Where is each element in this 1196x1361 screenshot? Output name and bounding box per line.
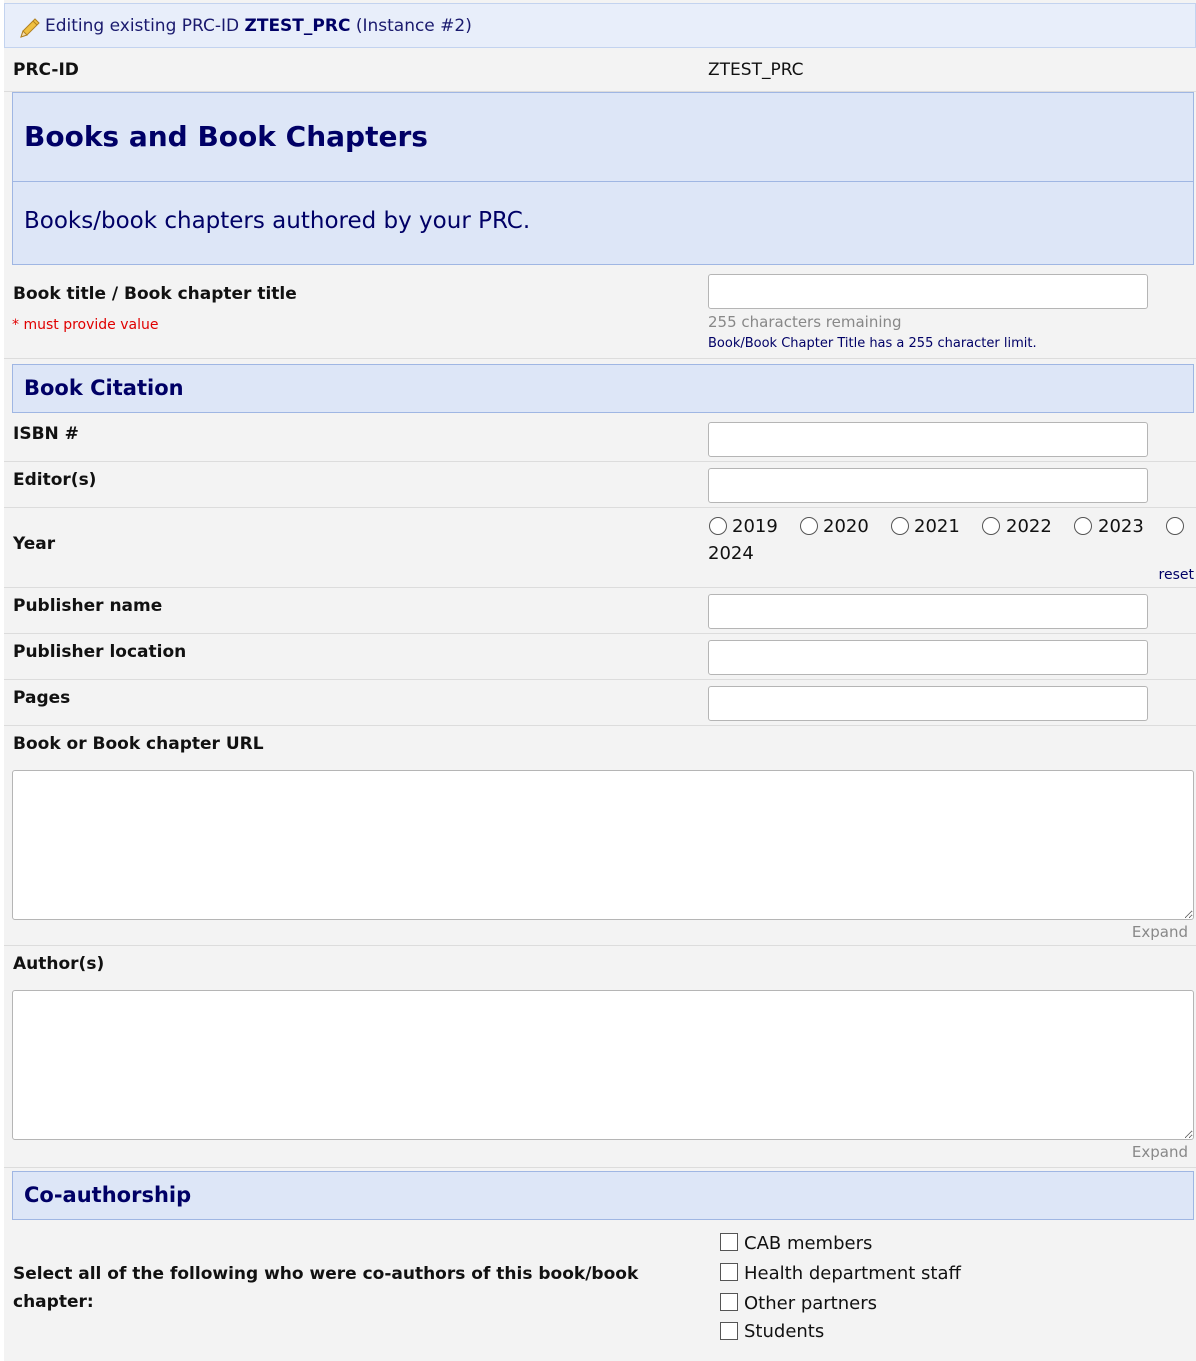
editors-label: Editor(s) xyxy=(13,470,97,490)
url-expand-link[interactable]: Expand xyxy=(1132,923,1188,941)
section-description: Books/book chapters authored by your PRC… xyxy=(12,181,1194,265)
cab-members-checkbox[interactable] xyxy=(720,1233,738,1251)
section-header-coauthorship: Co-authorship xyxy=(12,1171,1194,1220)
year-2024-label: 2024 xyxy=(708,543,754,564)
coauthors-label-line2: chapter: xyxy=(13,1292,94,1312)
year-2019-label: 2019 xyxy=(732,516,778,537)
health-department-staff-checkbox[interactable] xyxy=(720,1263,738,1281)
year-2022-radio[interactable] xyxy=(982,517,1000,535)
publisher-location-input[interactable] xyxy=(708,640,1148,675)
year-label: Year xyxy=(13,534,56,554)
other-partners-checkbox[interactable] xyxy=(720,1293,738,1311)
character-limit-note: Book/Book Chapter Title has a 255 charac… xyxy=(708,336,1037,351)
book-title-input[interactable] xyxy=(708,274,1148,309)
url-label: Book or Book chapter URL xyxy=(13,734,264,754)
year-2022-label: 2022 xyxy=(1006,516,1052,537)
publisher-location-label: Publisher location xyxy=(13,642,187,662)
year-2021-label: 2021 xyxy=(914,516,960,537)
other-partners-label: Other partners xyxy=(744,1293,878,1314)
pages-label: Pages xyxy=(13,688,71,708)
book-title-label: Book title / Book chapter title xyxy=(13,284,297,304)
editors-input[interactable] xyxy=(708,468,1148,503)
students-label: Students xyxy=(744,1321,825,1342)
year-2023-label: 2023 xyxy=(1098,516,1144,537)
health-department-staff-label: Health department staff xyxy=(744,1263,961,1284)
prc-id-label: PRC-ID xyxy=(13,60,79,80)
editing-banner: Editing existing PRC-ID ZTEST_PRC (Insta… xyxy=(4,3,1196,48)
isbn-input[interactable] xyxy=(708,422,1148,457)
authors-label: Author(s) xyxy=(13,954,105,974)
isbn-label: ISBN # xyxy=(13,424,79,444)
instance-label: (Instance #2) xyxy=(355,16,472,36)
url-textarea[interactable] xyxy=(12,770,1194,920)
record-id: ZTEST_PRC xyxy=(244,16,351,36)
year-2024-radio[interactable] xyxy=(1166,517,1184,535)
cab-members-label: CAB members xyxy=(744,1233,873,1254)
year-2020-label: 2020 xyxy=(823,516,869,537)
section-description-text: Books/book chapters authored by your PRC… xyxy=(24,208,531,234)
section-title-books: Books and Book Chapters xyxy=(24,120,428,153)
year-2020-radio[interactable] xyxy=(800,517,818,535)
section-header-books: Books and Book Chapters xyxy=(12,92,1194,182)
required-note: * must provide value xyxy=(12,317,159,333)
section-header-citation: Book Citation xyxy=(12,364,1194,413)
publisher-name-label: Publisher name xyxy=(13,596,163,616)
editing-text: Editing existing PRC-ID ZTEST_PRC (Insta… xyxy=(45,16,472,36)
coauthors-row xyxy=(4,1224,1196,1361)
year-2019-radio[interactable] xyxy=(709,517,727,535)
pencil-icon xyxy=(20,18,40,38)
year-2021-radio[interactable] xyxy=(891,517,909,535)
publisher-name-input[interactable] xyxy=(708,594,1148,629)
year-2023-radio[interactable] xyxy=(1074,517,1092,535)
authors-expand-link[interactable]: Expand xyxy=(1132,1143,1188,1161)
editing-prefix: Editing existing PRC-ID xyxy=(45,16,240,36)
students-checkbox[interactable] xyxy=(720,1322,738,1340)
section-title-citation: Book Citation xyxy=(24,376,184,400)
section-title-coauthorship: Co-authorship xyxy=(24,1183,192,1207)
year-reset-link[interactable]: reset xyxy=(1159,567,1194,583)
characters-remaining: 255 characters remaining xyxy=(708,313,902,331)
authors-textarea[interactable] xyxy=(12,990,1194,1140)
prc-id-value: ZTEST_PRC xyxy=(708,60,804,80)
coauthors-label-line1: Select all of the following who were co-… xyxy=(13,1264,639,1284)
pages-input[interactable] xyxy=(708,686,1148,721)
prc-id-row: PRC-ID ZTEST_PRC xyxy=(4,50,1196,92)
